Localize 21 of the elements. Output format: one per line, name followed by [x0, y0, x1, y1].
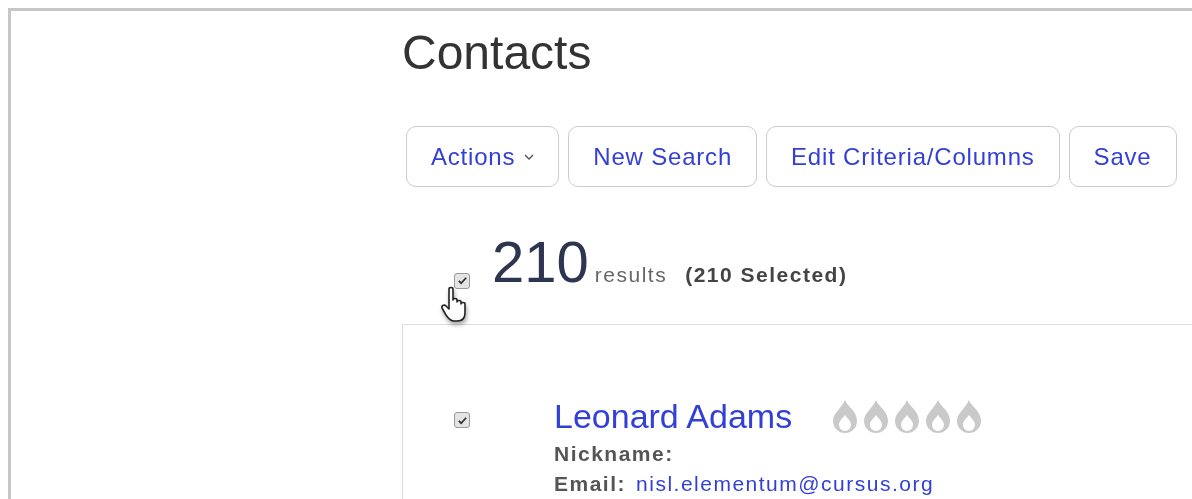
toolbar-button[interactable]: Save: [1068, 126, 1177, 187]
field-label: Email:: [554, 472, 627, 496]
flame-icon[interactable]: [925, 399, 952, 433]
field-label: Nickname:: [554, 442, 674, 466]
toolbar-button[interactable]: New Search: [568, 126, 758, 187]
selected-count: (210 Selected): [685, 263, 848, 287]
results-label: results: [594, 263, 668, 287]
checkmark-icon: [456, 275, 468, 286]
flame-icon[interactable]: [894, 399, 921, 433]
flame-icon[interactable]: [863, 399, 890, 433]
checkmark-icon: [456, 414, 468, 426]
contact-name-link[interactable]: Leonard Adams: [554, 396, 793, 436]
flame-icon[interactable]: [832, 399, 859, 433]
toolbar-button[interactable]: Edit Criteria/Columns: [766, 126, 1060, 187]
flame-icon[interactable]: [956, 399, 983, 433]
row-checkbox[interactable]: [454, 412, 470, 428]
caret-icon: [524, 153, 535, 160]
result-count: 210: [492, 232, 589, 292]
toolbar-button[interactable]: Actions: [406, 126, 560, 187]
email-link[interactable]: nisl.elementum@cursus.org: [636, 472, 935, 496]
page-title: Contacts: [402, 29, 593, 77]
